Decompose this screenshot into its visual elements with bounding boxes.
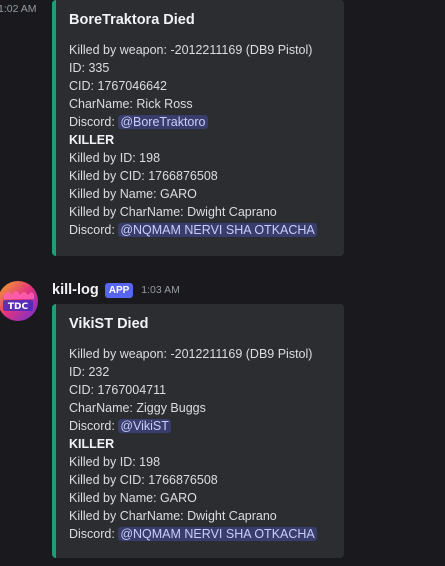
field-label: ID: bbox=[69, 365, 89, 379]
field-label: CharName: bbox=[69, 401, 137, 415]
embed-field-line: Discord: @VikiST bbox=[69, 417, 332, 435]
field-label: Killed by CharName: bbox=[69, 509, 188, 523]
field-value: Dwight Caprano bbox=[187, 509, 277, 523]
embed-field-line: Killed by Name: GARO bbox=[69, 489, 332, 507]
field-label: CID: bbox=[69, 79, 98, 93]
field-label: Killed by weapon: bbox=[69, 43, 171, 57]
chat-area: 1:02 AM BoreTraktora Died Killed by weap… bbox=[0, 0, 445, 566]
field-value: -2012211169 (DB9 Pistol) bbox=[170, 43, 313, 57]
user-mention[interactable]: @BoreTraktoro bbox=[118, 115, 208, 129]
embed-field-line: Discord: @BoreTraktoro bbox=[69, 113, 332, 131]
avatar-text: TDC bbox=[8, 302, 29, 312]
field-label: CharName: bbox=[69, 97, 137, 111]
field-label: Killed by ID: bbox=[69, 455, 140, 469]
field-label: Killed by CID: bbox=[69, 473, 149, 487]
embed-field-line: Killed by CharName: Dwight Caprano bbox=[69, 507, 332, 525]
message-timestamp: 1:03 AM bbox=[141, 284, 180, 296]
user-mention[interactable]: @NQMAM NERVI SHA OTKACHA bbox=[118, 223, 317, 237]
field-label: Discord: bbox=[69, 115, 119, 129]
killer-heading: KILLER bbox=[69, 133, 115, 147]
embed-field-line: Killed by ID: 198 bbox=[69, 453, 332, 471]
field-label: Killed by ID: bbox=[69, 151, 140, 165]
field-label: Killed by CID: bbox=[69, 169, 149, 183]
field-label: Discord: bbox=[69, 419, 119, 433]
field-value: 1766876508 bbox=[148, 473, 218, 487]
embed-field-line: ID: 335 bbox=[69, 59, 332, 77]
embed-field-line: CharName: Ziggy Buggs bbox=[69, 399, 332, 417]
embed-fields: Killed by weapon: -2012211169 (DB9 Pisto… bbox=[69, 345, 332, 543]
embed-title: VikiST Died bbox=[69, 316, 149, 332]
field-label: Killed by Name: bbox=[69, 491, 161, 505]
field-value: GARO bbox=[160, 187, 197, 201]
kill-embed: VikiST Died Killed by weapon: -201221116… bbox=[52, 304, 344, 558]
message-header: kill-log APP 1:03 AM bbox=[52, 280, 180, 300]
field-value: 198 bbox=[139, 455, 161, 469]
embed-field-line: Discord: @NQMAM NERVI SHA OTKACHA bbox=[69, 525, 332, 543]
field-value: Dwight Caprano bbox=[187, 205, 277, 219]
embed-field-line: Killed by Name: GARO bbox=[69, 185, 332, 203]
field-value: -2012211169 (DB9 Pistol) bbox=[170, 347, 313, 361]
field-value: GARO bbox=[160, 491, 197, 505]
field-value: 198 bbox=[139, 151, 161, 165]
field-label: ID: bbox=[69, 61, 89, 75]
avatar[interactable]: TDC bbox=[0, 281, 38, 321]
field-label: CID: bbox=[69, 383, 98, 397]
message-timestamp: 1:02 AM bbox=[0, 3, 37, 15]
author-name[interactable]: kill-log bbox=[52, 282, 99, 298]
tdc-logo-icon: TDC bbox=[0, 281, 38, 321]
field-label: Discord: bbox=[69, 527, 119, 541]
field-value: Ziggy Buggs bbox=[136, 401, 206, 415]
kill-embed: BoreTraktora Died Killed by weapon: -201… bbox=[52, 0, 344, 256]
field-label: Killed by Name: bbox=[69, 187, 161, 201]
embed-fields: Killed by weapon: -2012211169 (DB9 Pisto… bbox=[69, 41, 332, 239]
field-value: 1767004711 bbox=[97, 383, 167, 397]
app-badge: APP bbox=[104, 282, 134, 298]
embed-field-line: Killed by ID: 198 bbox=[69, 149, 332, 167]
embed-field-line: Killed by weapon: -2012211169 (DB9 Pisto… bbox=[69, 41, 332, 59]
embed-field-line: Killed by CID: 1766876508 bbox=[69, 471, 332, 489]
embed-field-line: CID: 1767046642 bbox=[69, 77, 332, 95]
embed-field-line: CharName: Rick Ross bbox=[69, 95, 332, 113]
field-value: 1767046642 bbox=[97, 79, 168, 93]
embed-field-line: Killed by CID: 1766876508 bbox=[69, 167, 332, 185]
field-label: Discord: bbox=[69, 223, 119, 237]
field-label: Killed by weapon: bbox=[69, 347, 171, 361]
embed-title: BoreTraktora Died bbox=[69, 12, 195, 28]
embed-field-line: Discord: @NQMAM NERVI SHA OTKACHA bbox=[69, 221, 332, 239]
field-value: 232 bbox=[88, 365, 110, 379]
field-value: 335 bbox=[88, 61, 110, 75]
field-value: Rick Ross bbox=[136, 97, 193, 111]
user-mention[interactable]: @VikiST bbox=[118, 419, 171, 433]
field-label: Killed by CharName: bbox=[69, 205, 188, 219]
killer-heading: KILLER bbox=[69, 437, 115, 451]
user-mention[interactable]: @NQMAM NERVI SHA OTKACHA bbox=[118, 527, 317, 541]
embed-field-line: Killed by weapon: -2012211169 (DB9 Pisto… bbox=[69, 345, 332, 363]
embed-field-line: Killed by CharName: Dwight Caprano bbox=[69, 203, 332, 221]
field-value: 1766876508 bbox=[148, 169, 218, 183]
embed-field-line: ID: 232 bbox=[69, 363, 332, 381]
embed-field-line: CID: 1767004711 bbox=[69, 381, 332, 399]
